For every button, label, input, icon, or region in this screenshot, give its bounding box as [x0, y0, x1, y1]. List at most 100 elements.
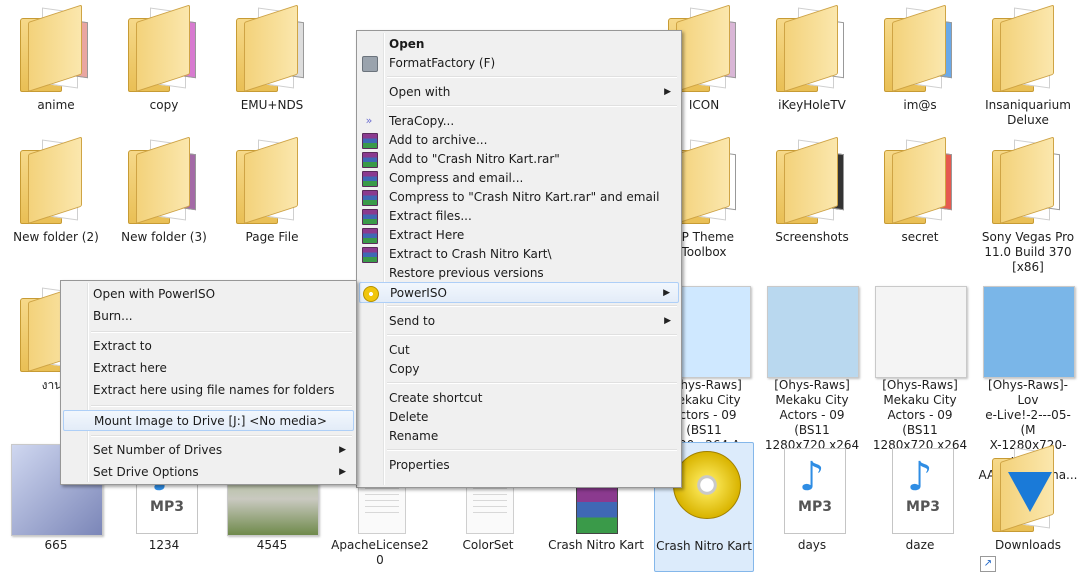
desktop-item[interactable]: im@s: [870, 2, 970, 132]
desktop-item[interactable]: iKeyHoleTV: [762, 2, 862, 132]
desktop-item[interactable]: Insaniquarium Deluxe: [978, 2, 1078, 132]
menu-item-label: Send to: [389, 314, 436, 328]
menu-item-label: FormatFactory (F): [389, 56, 496, 70]
menu-item-label: Compress to "Crash Nitro Kart.rar" and e…: [389, 190, 660, 204]
desktop-item[interactable]: copy: [114, 2, 214, 132]
menu-item-set-drive-options[interactable]: Set Drive Options ▶: [63, 462, 354, 483]
menu-item-extract-here[interactable]: Extract Here: [359, 225, 679, 246]
menu-item-open-with[interactable]: Open with ▶: [359, 82, 679, 103]
file-label: im@s: [903, 98, 937, 112]
mp3-badge: MP3: [150, 499, 184, 515]
winrar-icon: [362, 247, 378, 263]
shortcut-icon: ↗: [980, 556, 996, 572]
menu-item-extract-here[interactable]: Extract here: [63, 358, 354, 379]
menu-item-label: Extract here using file names for folder…: [93, 383, 335, 397]
desktop-item[interactable]: [Ohys-Raws] Mekaku City Actors - 09 (BS1…: [762, 282, 862, 467]
menu-item-create-shortcut[interactable]: Create shortcut: [359, 388, 679, 409]
file-label: days: [797, 538, 827, 552]
folder-icon: [236, 4, 304, 92]
menu-item-poweriso[interactable]: PowerISO ▶: [359, 282, 679, 303]
menu-item-teracopy[interactable]: » TeraCopy...: [359, 111, 679, 132]
menu-item-open-with-poweriso[interactable]: Open with PowerISO: [63, 284, 354, 305]
menu-item-delete[interactable]: Delete: [359, 407, 679, 428]
desktop-item[interactable]: New folder (3): [114, 134, 214, 264]
menu-item-label: Copy: [389, 362, 420, 376]
menu-item-copy[interactable]: Copy: [359, 359, 679, 380]
menu-item-label: TeraCopy...: [389, 114, 455, 128]
menu-item-cut[interactable]: Cut: [359, 340, 679, 361]
submenu-arrow-icon: ▶: [339, 467, 346, 477]
file-label: anime: [37, 98, 75, 112]
menu-item-extract-to[interactable]: Extract to: [63, 336, 354, 357]
menu-item-add-to-crash-nitro-kart-rar[interactable]: Add to "Crash Nitro Kart.rar": [359, 149, 679, 170]
menu-item-extract-files[interactable]: Extract files...: [359, 206, 679, 227]
file-label: Crash Nitro Kart: [656, 539, 752, 553]
menu-item-compress-to-crash-nitro-kart-rar-and-email[interactable]: Compress to "Crash Nitro Kart.rar" and e…: [359, 187, 679, 208]
file-label: secret: [901, 230, 939, 244]
menu-separator: [387, 76, 677, 78]
menu-item-label: Burn...: [93, 309, 133, 323]
desktop-item[interactable]: anime: [6, 2, 106, 132]
desktop-item[interactable]: ♪ MP3 daze: [870, 442, 970, 572]
desktop-item[interactable]: New folder (2): [6, 134, 106, 264]
desktop-item[interactable]: Screenshots: [762, 134, 862, 264]
menu-item-label: Add to "Crash Nitro Kart.rar": [389, 152, 560, 166]
folder-icon: [992, 4, 1056, 92]
desktop-item[interactable]: Sony Vegas Pro 11.0 Build 370 [x86]: [978, 134, 1078, 274]
menu-item-label: Extract Here: [389, 228, 465, 242]
menu-item-label: Open with PowerISO: [93, 287, 216, 301]
image-thumbnail: [767, 286, 859, 378]
menu-separator: [91, 331, 352, 333]
desktop-item[interactable]: secret: [870, 134, 970, 264]
file-label: daze: [905, 538, 935, 552]
desktop-item[interactable]: [Ohys-Raws] Mekaku City Actors - 09 (BS1…: [870, 282, 970, 467]
file-label: 1234: [148, 538, 180, 552]
file-label: ColorSet: [462, 538, 514, 552]
menu-item-label: Set Number of Drives: [93, 443, 223, 457]
context-menu: Open FormatFactory (F) Open with ▶ » TeraCopy…: [356, 30, 682, 488]
winrar-icon: [362, 133, 378, 149]
menu-item-extract-to-crash-nitro-kart[interactable]: Extract to Crash Nitro Kart\: [359, 244, 679, 265]
file-label: copy: [149, 98, 179, 112]
submenu-arrow-icon: ▶: [663, 288, 670, 298]
folder-icon: [776, 136, 844, 224]
download-arrow-icon: [1008, 472, 1052, 512]
menu-item-label: Properties: [389, 458, 450, 472]
folder-icon: [992, 136, 1060, 224]
menu-item-mount-image-to-drive-j-no-media[interactable]: Mount Image to Drive [J:] <No media>: [63, 410, 354, 431]
menu-item-extract-here-using-file-names-for-folders[interactable]: Extract here using file names for folder…: [63, 380, 354, 401]
menu-item-add-to-archive[interactable]: Add to archive...: [359, 130, 679, 151]
menu-item-set-number-of-drives[interactable]: Set Number of Drives ▶: [63, 440, 354, 461]
folder-icon: [20, 4, 88, 92]
folder-icon: [20, 136, 84, 224]
menu-item-label: Extract here: [93, 361, 167, 375]
desktop-item[interactable]: Page File: [222, 134, 322, 264]
music-note-icon: ♪: [799, 454, 825, 500]
poweriso-icon: [363, 286, 379, 302]
folder-icon: [884, 4, 952, 92]
desktop-item[interactable]: ↗ Downloads: [978, 442, 1078, 572]
mp3-file-icon: ♪MP3: [892, 448, 954, 534]
winrar-icon: [362, 171, 378, 187]
submenu-arrow-icon: ▶: [664, 316, 671, 326]
submenu-arrow-icon: ▶: [664, 87, 671, 97]
menu-item-formatfactory-f[interactable]: FormatFactory (F): [359, 53, 679, 74]
winrar-icon: [362, 190, 378, 206]
menu-item-restore-previous-versions[interactable]: Restore previous versions: [359, 263, 679, 284]
menu-item-label: Extract to Crash Nitro Kart\: [389, 247, 552, 261]
menu-item-rename[interactable]: Rename: [359, 426, 679, 447]
desktop-item[interactable]: [Ohys-Raws]-Lov e-Live!-2---05-(M X-1280…: [978, 282, 1078, 482]
image-thumbnail: [983, 286, 1075, 378]
file-label: Crash Nitro Kart: [548, 538, 644, 552]
menu-item-label: Mount Image to Drive [J:] <No media>: [94, 414, 327, 428]
menu-item-properties[interactable]: Properties: [359, 455, 679, 476]
menu-item-label: Add to archive...: [389, 133, 488, 147]
menu-item-open[interactable]: Open: [359, 34, 679, 55]
desktop-item[interactable]: EMU+NDS: [222, 2, 322, 132]
menu-item-send-to[interactable]: Send to ▶: [359, 311, 679, 332]
menu-item-compress-and-email[interactable]: Compress and email...: [359, 168, 679, 189]
desktop-item[interactable]: ♪ MP3 days: [762, 442, 862, 572]
formatfactory-icon: [362, 56, 378, 72]
menu-item-burn[interactable]: Burn...: [63, 306, 354, 327]
menu-separator: [387, 305, 677, 307]
